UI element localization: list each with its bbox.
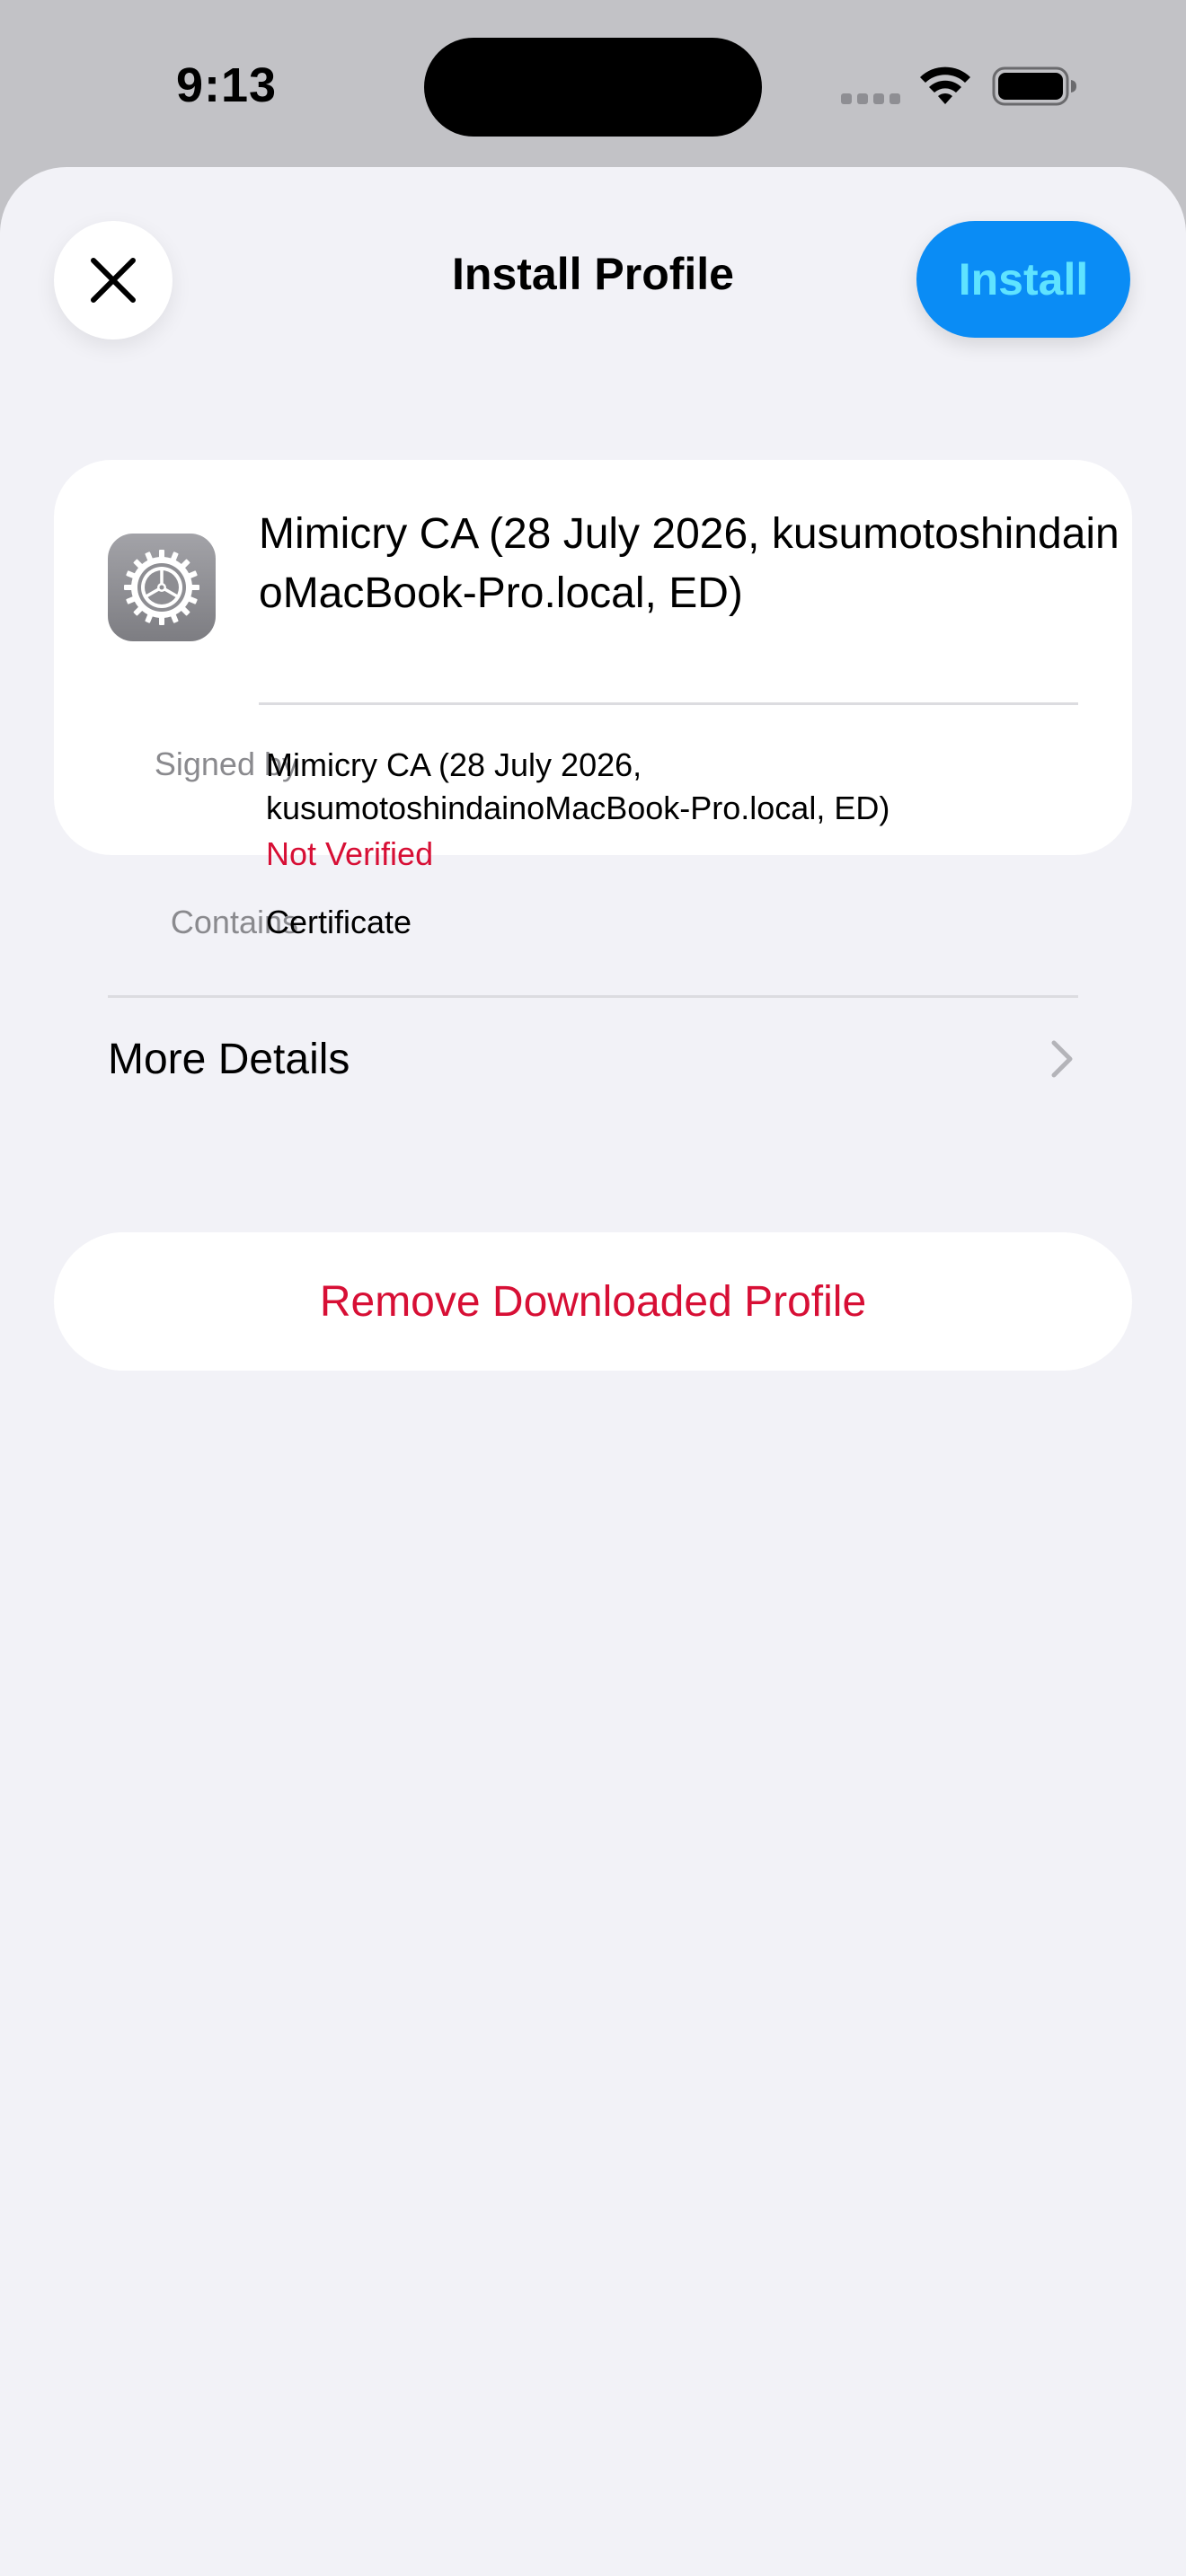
cellular-signal-icon (841, 93, 904, 104)
verification-status: Not Verified (266, 835, 434, 872)
status-bar: 9:13 (0, 0, 1186, 167)
profile-name: Mimicry CA (28 July 2026, kusumotoshinda… (259, 510, 1120, 617)
more-details-row[interactable]: More Details (54, 999, 1132, 1119)
wifi-icon (920, 66, 970, 104)
remove-downloaded-profile-button[interactable]: Remove Downloaded Profile (54, 1232, 1132, 1371)
contains-value: Certificate (266, 904, 412, 940)
divider (108, 995, 1078, 998)
install-button[interactable]: Install (916, 221, 1130, 338)
status-time: 9:13 (176, 58, 278, 112)
chevron-right-icon (1051, 1040, 1073, 1078)
more-details-label: More Details (108, 1036, 350, 1083)
profile-card: Mimicry CA (28 July 2026, kusumotoshinda… (54, 460, 1132, 1083)
divider (259, 702, 1078, 705)
dynamic-island (424, 38, 762, 137)
profile-icon (108, 534, 216, 641)
install-profile-sheet: Install Profile Install Mimicry CA (28 J… (0, 167, 1186, 2576)
signed-by-value: Mimicry CA (28 July 2026, kusumotoshinda… (266, 746, 890, 826)
gear-icon (124, 550, 199, 625)
battery-icon (992, 66, 1076, 106)
